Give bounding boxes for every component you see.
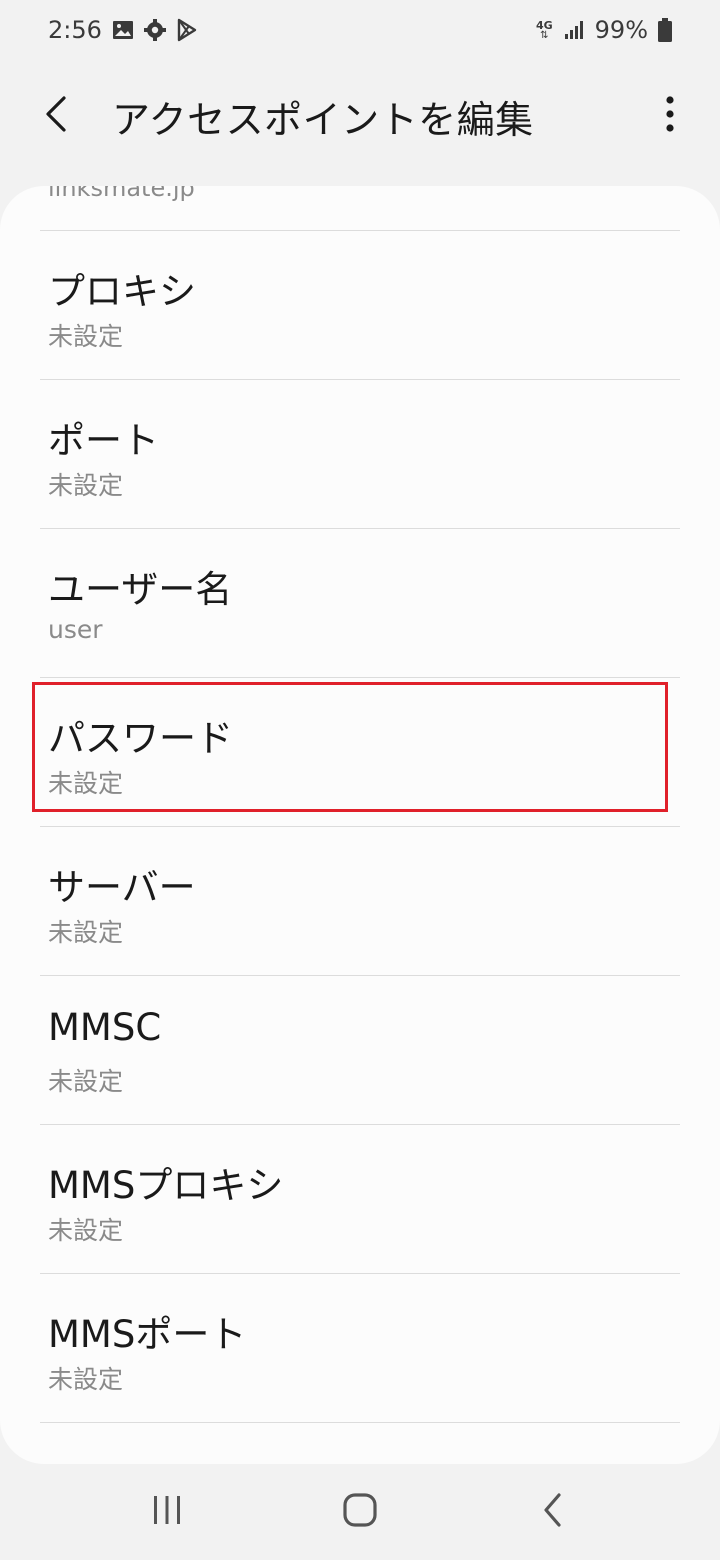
list-item-title: ポート <box>48 419 159 462</box>
list-item-mcc-peek[interactable]: 携帯国番号 <box>40 1422 680 1464</box>
page-title: アクセスポイントを編集 <box>112 97 534 142</box>
back-arrow-icon <box>42 94 72 138</box>
battery-percent: 99% <box>594 16 648 44</box>
list-item-title: MMSC <box>48 1006 162 1049</box>
nav-back-button[interactable] <box>508 1477 598 1547</box>
list-item-proxy[interactable]: プロキシ 未設定 <box>40 230 680 379</box>
status-time: 2:56 <box>48 16 102 44</box>
app-bar: アクセスポイントを編集 <box>0 60 720 172</box>
settings-list[interactable]: linksmate.jp プロキシ 未設定 ポート 未設定 ユーザー名 user… <box>0 186 720 1464</box>
list-item-title: MMSポート <box>48 1313 247 1356</box>
list-item-mms-proxy[interactable]: MMSプロキシ 未設定 <box>40 1124 680 1273</box>
list-item-title: パスワード <box>48 717 233 760</box>
network-4g-icon: 4G ⇅ <box>535 18 553 41</box>
list-item-summary: 未設定 <box>48 1067 124 1096</box>
list-item-title: サーバー <box>48 866 196 909</box>
home-icon <box>342 1492 378 1532</box>
list-item-summary: 未設定 <box>48 471 124 500</box>
navigation-bar <box>0 1464 720 1560</box>
list-item-username[interactable]: ユーザー名 user <box>40 528 680 677</box>
list-item-mms-port[interactable]: MMSポート 未設定 <box>40 1273 680 1422</box>
apn-value: linksmate.jp <box>48 186 195 202</box>
list-item-password[interactable]: パスワード 未設定 <box>32 677 680 826</box>
recents-button[interactable] <box>122 1477 212 1547</box>
back-button[interactable] <box>22 81 92 151</box>
list-item-summary: 未設定 <box>48 918 124 947</box>
list-item-title: 携帯国番号 <box>48 1453 233 1464</box>
list-item-mmsc[interactable]: MMSC 未設定 <box>40 975 680 1124</box>
list-item-summary: 未設定 <box>48 1365 124 1394</box>
list-item-title: ユーザー名 <box>48 568 233 611</box>
image-icon <box>112 19 134 41</box>
list-item-apn-peek[interactable]: linksmate.jp <box>0 186 720 230</box>
home-button[interactable] <box>315 1477 405 1547</box>
battery-icon <box>658 18 672 42</box>
play-store-icon <box>176 18 198 42</box>
gear-icon <box>143 19 166 41</box>
list-item-summary: 未設定 <box>48 1216 124 1245</box>
back-icon <box>541 1492 565 1532</box>
status-right: 4G ⇅ 99% <box>536 16 672 44</box>
network-label: 4G <box>535 18 553 32</box>
list-item-title: プロキシ <box>48 270 196 313</box>
list-item-summary: 未設定 <box>48 769 124 798</box>
list-item-summary: 未設定 <box>48 322 124 351</box>
list-item-title: MMSプロキシ <box>48 1164 284 1207</box>
list-item-port[interactable]: ポート 未設定 <box>40 379 680 528</box>
list-item-server[interactable]: サーバー 未設定 <box>40 826 680 975</box>
status-left: 2:56 <box>48 16 198 44</box>
list-item-summary: user <box>48 615 103 644</box>
signal-icon <box>563 19 585 41</box>
status-bar: 2:56 4G ⇅ 99% <box>0 0 720 60</box>
more-vert-icon <box>665 94 675 138</box>
more-options-button[interactable] <box>642 81 698 151</box>
settings-card: linksmate.jp プロキシ 未設定 ポート 未設定 ユーザー名 user… <box>0 186 720 1464</box>
recents-icon <box>150 1493 184 1531</box>
